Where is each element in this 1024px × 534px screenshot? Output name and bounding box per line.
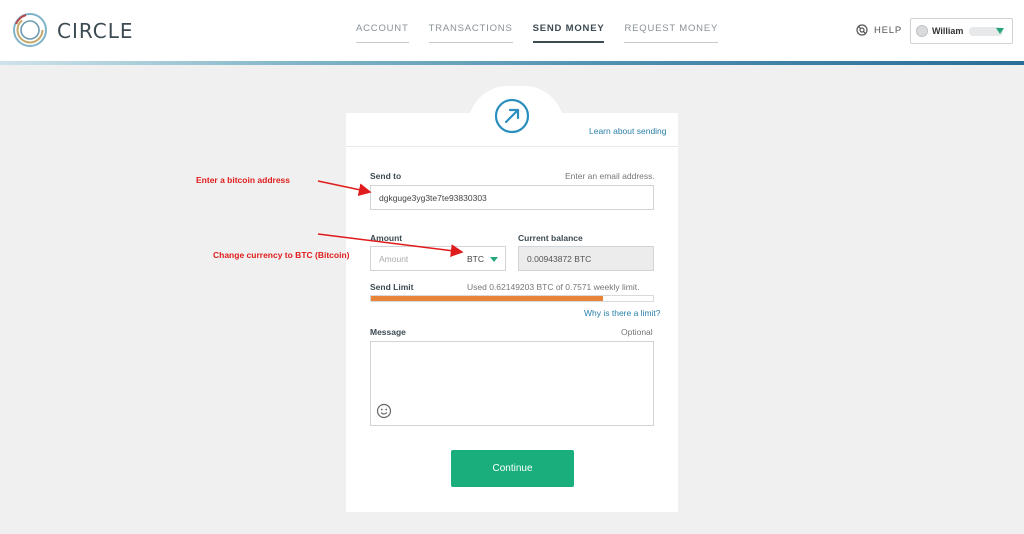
- top-header: CIRCLE ACCOUNT TRANSACTIONS SEND MONEY R…: [0, 0, 1024, 62]
- header-stripe: [0, 61, 1024, 65]
- smiley-icon[interactable]: [376, 403, 392, 419]
- main-nav: ACCOUNT TRANSACTIONS SEND MONEY REQUEST …: [356, 23, 738, 43]
- send-to-hint: Enter an email address.: [565, 171, 655, 181]
- send-to-input[interactable]: dgkguge3yg3te7te93830303: [370, 185, 654, 210]
- send-limit-fill: [371, 296, 603, 301]
- currency-value: BTC: [467, 253, 484, 264]
- amount-input[interactable]: Amount: [370, 246, 460, 271]
- nav-transactions[interactable]: TRANSACTIONS: [428, 23, 513, 43]
- nav-send-money[interactable]: SEND MONEY: [532, 23, 605, 43]
- send-limit-bar: [370, 295, 654, 302]
- send-arrow-icon: [494, 98, 530, 134]
- chevron-down-icon: [490, 257, 498, 262]
- amount-placeholder: Amount: [379, 253, 409, 264]
- message-hint: Optional: [621, 327, 653, 337]
- nav-account[interactable]: ACCOUNT: [356, 23, 409, 43]
- send-limit-text: Used 0.62149203 BTC of 0.7571 weekly lim…: [467, 282, 640, 292]
- user-name: William: [932, 26, 964, 36]
- balance-value: 0.00943872 BTC: [527, 253, 592, 264]
- chevron-down-icon: [996, 28, 1004, 34]
- message-textarea[interactable]: [370, 341, 654, 426]
- user-menu-button[interactable]: William: [910, 18, 1013, 44]
- balance-label: Current balance: [518, 233, 583, 243]
- balance-field: 0.00943872 BTC: [518, 246, 654, 271]
- avatar: [916, 25, 928, 37]
- send-to-label: Send to: [370, 171, 402, 181]
- currency-select[interactable]: BTC: [459, 246, 506, 271]
- help-lifebuoy-icon: [856, 24, 868, 36]
- card-divider: [346, 146, 678, 147]
- help-label: HELP: [874, 24, 903, 36]
- send-to-value: dgkguge3yg3te7te93830303: [379, 192, 487, 203]
- amount-label: Amount: [370, 233, 403, 243]
- continue-button[interactable]: Continue: [451, 450, 574, 487]
- message-label: Message: [370, 327, 406, 337]
- annotation-currency: Change currency to BTC (Bitcoin): [213, 250, 350, 260]
- annotation-address: Enter a bitcoin address: [196, 175, 290, 185]
- send-limit-label: Send Limit: [370, 282, 414, 292]
- why-limit-link[interactable]: Why is there a limit?: [584, 308, 661, 318]
- circle-logo-icon[interactable]: [12, 12, 48, 48]
- help-link[interactable]: HELP: [856, 24, 902, 36]
- brand-name[interactable]: CIRCLE: [57, 19, 134, 43]
- nav-request-money[interactable]: REQUEST MONEY: [624, 23, 719, 43]
- learn-about-sending-link[interactable]: Learn about sending: [589, 126, 667, 136]
